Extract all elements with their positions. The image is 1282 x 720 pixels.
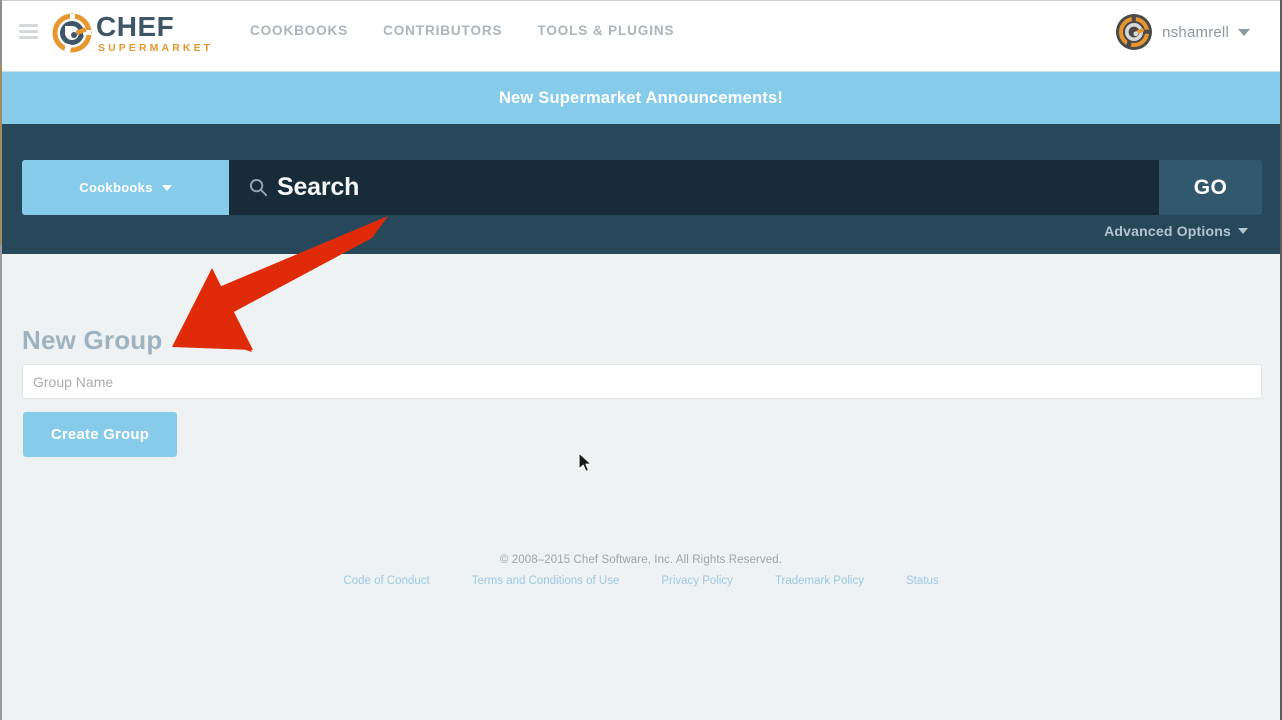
announcement-text: New Supermarket Announcements! — [499, 89, 783, 108]
advanced-options-toggle[interactable]: Advanced Options — [1104, 223, 1248, 239]
nav-link-cookbooks[interactable]: COOKBOOKS — [250, 23, 348, 38]
search-scope-label: Cookbooks — [79, 180, 152, 195]
chef-logo-icon — [52, 13, 92, 53]
primary-nav-links: COOKBOOKS CONTRIBUTORS TOOLS & PLUGINS — [250, 23, 674, 38]
advanced-options-label: Advanced Options — [1104, 223, 1231, 239]
chevron-down-icon — [1238, 29, 1250, 36]
create-group-button[interactable]: Create Group — [23, 412, 177, 457]
top-navigation-bar: CHEF SUPERMARKET COOKBOOKS CONTRIBUTORS … — [2, 1, 1280, 72]
logo-chef-text: CHEF — [96, 13, 213, 41]
chevron-down-icon — [162, 185, 172, 191]
search-input-wrapper[interactable]: Search — [229, 160, 1159, 215]
nav-link-contributors[interactable]: CONTRIBUTORS — [383, 23, 502, 38]
avatar-chef-icon — [1116, 14, 1152, 50]
group-name-input[interactable] — [22, 364, 1262, 399]
browser-viewport: CHEF SUPERMARKET COOKBOOKS CONTRIBUTORS … — [0, 0, 1282, 720]
search-band: Cookbooks Search GO Advanced Options — [2, 124, 1280, 254]
hamburger-line — [19, 24, 38, 27]
avatar — [1116, 14, 1152, 50]
search-icon-svg — [249, 178, 268, 197]
search-go-button[interactable]: GO — [1159, 160, 1262, 215]
footer-link-trademark-policy[interactable]: Trademark Policy — [775, 575, 864, 587]
footer-links: Code of Conduct Terms and Conditions of … — [2, 575, 1280, 587]
hamburger-line — [19, 36, 38, 39]
site-logo[interactable]: CHEF SUPERMARKET — [52, 10, 213, 56]
hamburger-menu-icon[interactable] — [19, 24, 38, 39]
search-icon — [249, 178, 268, 197]
hamburger-line — [19, 30, 38, 33]
search-row: Cookbooks Search GO — [22, 160, 1262, 215]
footer-link-privacy-policy[interactable]: Privacy Policy — [661, 575, 733, 587]
logo-supermarket-text: SUPERMARKET — [98, 43, 213, 54]
footer-copyright: © 2008–2015 Chef Software, Inc. All Righ… — [2, 554, 1280, 566]
chef-logo-svg — [52, 13, 92, 53]
footer-link-terms[interactable]: Terms and Conditions of Use — [472, 575, 620, 587]
user-menu[interactable]: nshamrell — [1116, 14, 1250, 50]
announcement-banner[interactable]: New Supermarket Announcements! — [2, 72, 1280, 124]
search-scope-dropdown[interactable]: Cookbooks — [22, 160, 229, 215]
chevron-down-icon — [1238, 228, 1248, 234]
window-edge-top — [0, 0, 1282, 1]
page-title: New Group — [22, 325, 162, 356]
search-input-placeholder: Search — [277, 173, 359, 202]
nav-link-tools-plugins[interactable]: TOOLS & PLUGINS — [537, 23, 674, 38]
window-edge-left — [0, 0, 2, 720]
main-content: New Group Create Group © 2008–2015 Chef … — [2, 254, 1280, 718]
search-go-label: GO — [1194, 176, 1227, 200]
footer-link-code-of-conduct[interactable]: Code of Conduct — [343, 575, 429, 587]
logo-wordmark: CHEF SUPERMARKET — [96, 13, 213, 54]
footer-link-status[interactable]: Status — [906, 575, 939, 587]
page-footer: © 2008–2015 Chef Software, Inc. All Righ… — [2, 554, 1280, 587]
username-label: nshamrell — [1162, 24, 1229, 41]
